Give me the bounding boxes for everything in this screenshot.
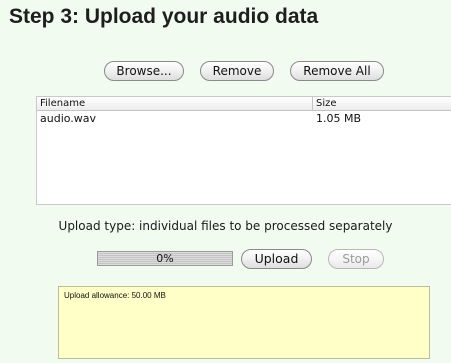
- stop-button[interactable]: Stop: [328, 249, 384, 269]
- progress-label: 0%: [156, 252, 174, 265]
- upload-panel: Step 3: Upload your audio data Browse...…: [0, 0, 451, 363]
- page-title: Step 3: Upload your audio data: [9, 5, 319, 28]
- upload-allowance-text: Upload allowance: 50.00 MB: [64, 291, 166, 300]
- filename-column-header[interactable]: Filename: [37, 97, 313, 111]
- upload-progress-bar: 0%: [97, 251, 233, 266]
- upload-button[interactable]: Upload: [241, 249, 312, 269]
- filename-cell: audio.wav: [40, 112, 97, 125]
- upload-allowance-box: Upload allowance: 50.00 MB: [58, 286, 430, 359]
- size-column-header[interactable]: Size: [313, 97, 451, 111]
- remove-all-button[interactable]: Remove All: [290, 61, 384, 81]
- remove-button[interactable]: Remove: [200, 61, 274, 81]
- file-list-table[interactable]: Filename Size audio.wav 1.05 MB: [36, 96, 451, 205]
- upload-type-label: Upload type: individual files to be proc…: [58, 219, 393, 233]
- table-row[interactable]: audio.wav 1.05 MB: [37, 112, 451, 127]
- size-cell: 1.05 MB: [316, 112, 362, 125]
- browse-button[interactable]: Browse...: [104, 61, 184, 81]
